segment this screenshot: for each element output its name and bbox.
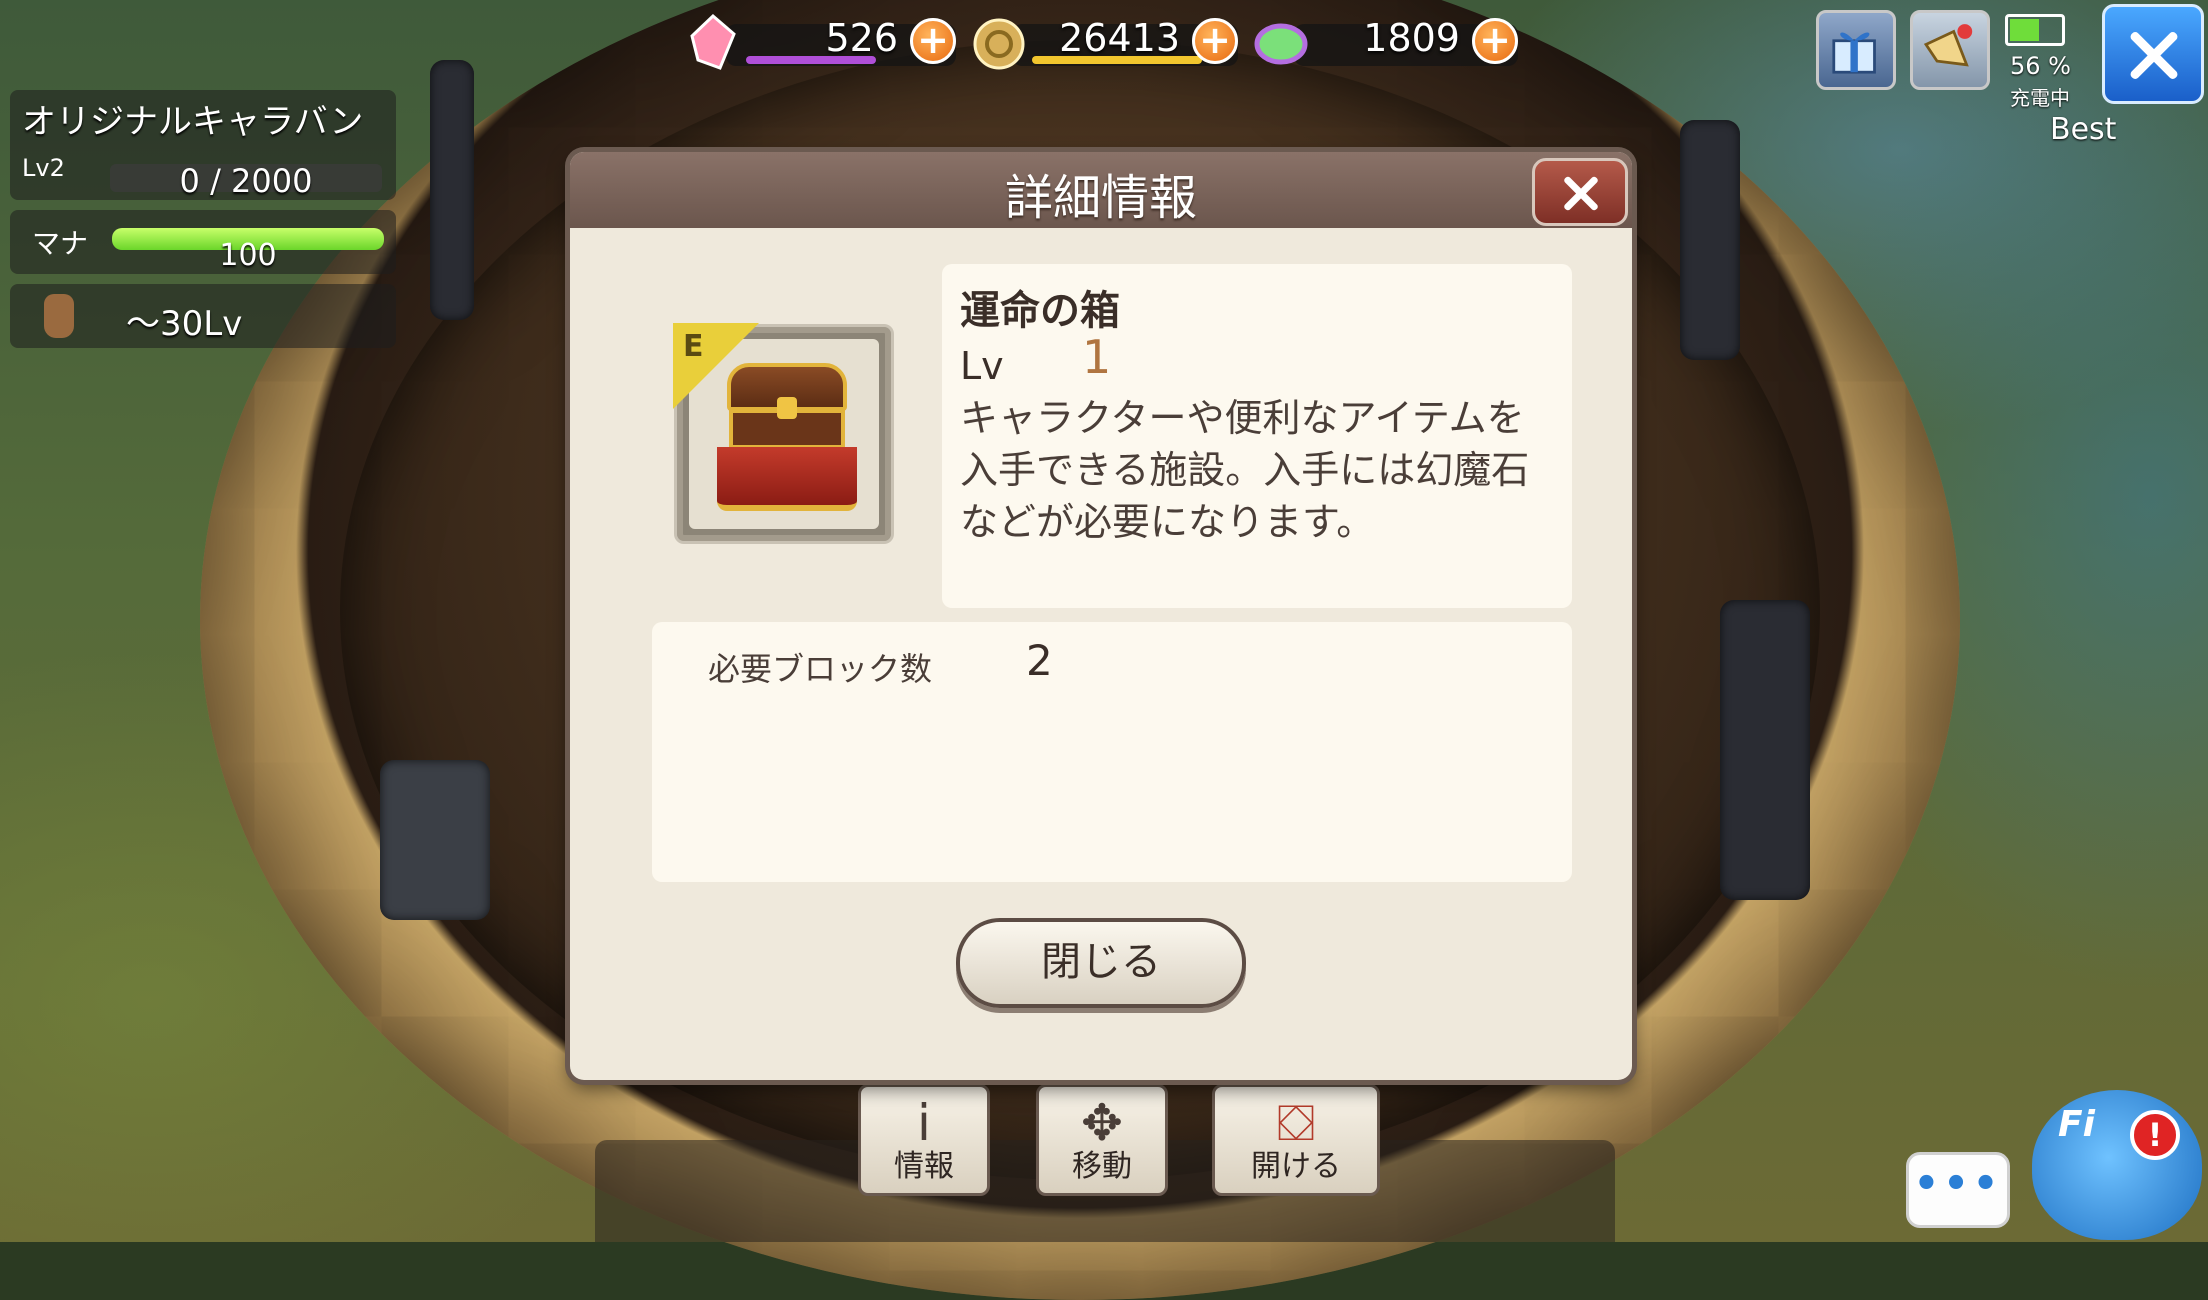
add-gem-button[interactable]: + <box>1472 18 1518 64</box>
open-button-label: 開ける <box>1251 1149 1341 1184</box>
detail-dialog: 詳細情報 E 運命の箱 Lv 1 キャラクターや便利なアイテムを入手できる施設。… <box>570 152 1632 1080</box>
add-gil-button[interactable]: + <box>1192 18 1238 64</box>
crate-decoration <box>380 760 490 920</box>
chat-ellipsis-icon: ••• <box>1913 1161 2003 1207</box>
item-thumbnail: E <box>673 323 894 544</box>
megaphone-icon <box>1923 24 1973 67</box>
gem-count: 1809 <box>1363 16 1460 60</box>
quality-setting: Best <box>2050 112 2117 147</box>
info-button[interactable]: i 情報 <box>858 1084 990 1196</box>
currency-crystal: 526 + <box>686 14 956 72</box>
move-button[interactable]: ✥ 移動 <box>1036 1084 1168 1196</box>
mascot-label: Fi <box>2058 1104 2095 1145</box>
item-level-label: Lv <box>960 344 1004 388</box>
currency-gem: 1809 + <box>1254 14 1518 72</box>
currency-gil: 26413 + <box>972 14 1238 72</box>
dialog-title: 詳細情報 <box>1004 170 1197 226</box>
item-level-value: 1 <box>1082 330 1112 384</box>
caravan-name: オリジナルキャラバン <box>10 90 396 150</box>
dialog-close-x-button[interactable] <box>1532 158 1628 226</box>
open-button[interactable]: ⛋ 開ける <box>1212 1084 1380 1196</box>
level-limit: 〜30Lv <box>126 304 243 344</box>
mana-label: マナ <box>32 227 89 260</box>
item-description: キャラクターや便利なアイテムを入手できる施設。入手には幻魔石などが必要になります… <box>960 396 1530 544</box>
alert-badge: ! <box>2130 1110 2180 1160</box>
announcement-button[interactable] <box>1910 10 1990 90</box>
mascot-button[interactable]: Fi <box>2032 1090 2202 1240</box>
exit-button[interactable] <box>2102 4 2204 104</box>
rainbow-gem-icon <box>1254 23 1308 65</box>
item-name: 運命の箱 <box>960 288 1120 334</box>
battery-percent: 56 % <box>2010 52 2071 80</box>
level-limit-row: 〜30Lv <box>10 284 396 348</box>
gift-box-button[interactable] <box>1816 10 1896 90</box>
pipe-decoration <box>1680 120 1740 360</box>
dialog-header: 詳細情報 <box>570 152 1632 228</box>
caravan-info-panel: オリジナルキャラバン Lv2 0 / 2000 マナ 100 〜30Lv <box>10 90 396 348</box>
info-button-label: 情報 <box>894 1149 954 1184</box>
machine-decoration <box>1720 600 1810 900</box>
mana-row: マナ 100 <box>10 210 396 274</box>
rank-badge-label: E <box>683 329 704 364</box>
gift-icon <box>1832 32 1876 74</box>
close-button-label: 閉じる <box>1041 939 1161 985</box>
mana-value: 100 <box>219 238 277 273</box>
gil-coin-icon <box>973 18 1025 70</box>
battery-icon <box>2005 14 2065 46</box>
item-info-box: 運命の箱 Lv 1 キャラクターや便利なアイテムを入手できる施設。入手には幻魔石… <box>942 264 1572 608</box>
chat-button[interactable]: ••• <box>1906 1152 2010 1228</box>
pipe-decoration <box>430 60 474 320</box>
exp-text: 0 / 2000 <box>179 162 313 200</box>
caravan-level: Lv2 <box>22 154 65 182</box>
gil-count: 26413 <box>1059 16 1180 60</box>
close-button[interactable]: 閉じる <box>956 918 1246 1008</box>
requirement-box: 必要ブロック数 2 <box>652 622 1572 882</box>
charging-status: 充電中 <box>2010 86 2070 110</box>
caravan-level-row: Lv2 0 / 2000 <box>10 150 396 200</box>
move-button-label: 移動 <box>1072 1149 1132 1184</box>
required-blocks-label: 必要ブロック数 <box>708 650 933 688</box>
magicite-crystal-icon <box>690 14 736 70</box>
potion-icon <box>44 294 74 338</box>
required-blocks-value: 2 <box>1026 636 1053 685</box>
crystal-count: 526 <box>825 16 898 60</box>
add-crystal-button[interactable]: + <box>910 18 956 64</box>
